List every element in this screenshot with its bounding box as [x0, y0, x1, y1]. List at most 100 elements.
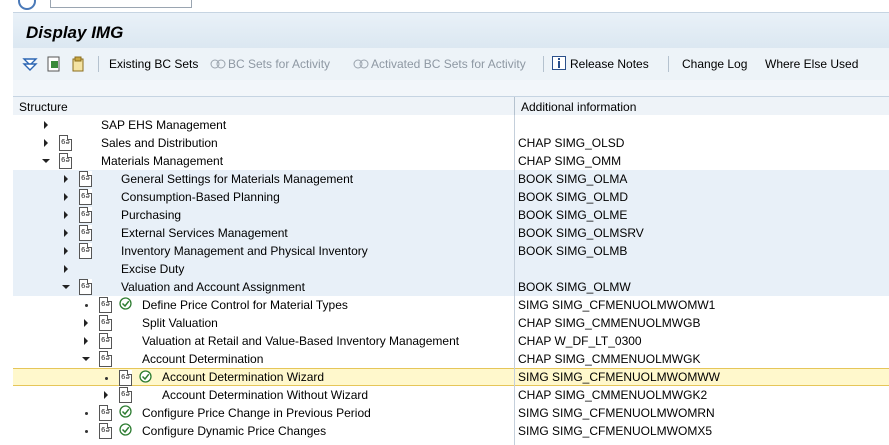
leaf-bullet — [85, 412, 88, 415]
node-info: BOOK SIMG_OLMB — [518, 244, 628, 258]
node-info: CHAP SIMG_OMM — [518, 154, 622, 168]
node-info: BOOK SIMG_OLMSRV — [518, 226, 644, 240]
node-info: CHAP SIMG_CMMENUOLMWGK — [518, 352, 701, 366]
bc-sets-for-activity-button[interactable]: BC Sets for Activity — [228, 57, 330, 71]
tree-row[interactable]: 6ə Valuation and Account Assignment BOOK… — [13, 278, 889, 296]
expand-arrow-icon[interactable] — [64, 247, 68, 255]
document-icon: 6ə — [59, 135, 72, 151]
img-tree: SAP EHS Management 6ə Sales and Distribu… — [13, 115, 889, 445]
command-field[interactable] — [50, 0, 192, 8]
node-label: Account Determination — [142, 352, 264, 366]
node-info: SIMG SIMG_CFMENUOLMWOMW1 — [518, 298, 716, 312]
top-strip — [0, 0, 889, 12]
node-info: CHAP W_DF_LT_0300 — [518, 334, 642, 348]
node-label: Sales and Distribution — [101, 136, 218, 150]
activated-bc-sets-button[interactable]: Activated BC Sets for Activity — [371, 57, 526, 71]
document-icon: 6ə — [79, 243, 92, 259]
node-label: External Services Management — [121, 226, 288, 240]
change-log-button[interactable]: Change Log — [682, 57, 747, 71]
tree-row[interactable]: 6ə Inventory Management and Physical Inv… — [13, 242, 889, 260]
clipboard-icon[interactable] — [70, 56, 86, 72]
document-icon: 6ə — [99, 351, 112, 367]
application-toolbar: Existing BC Sets BC Sets for Activity Ac… — [13, 48, 889, 80]
existing-bc-sets-button[interactable]: Existing BC Sets — [109, 57, 198, 71]
execute-clock-icon[interactable] — [119, 423, 132, 436]
tree-row[interactable]: 6ə Valuation at Retail and Value-Based I… — [13, 332, 889, 350]
tree-row[interactable]: 6ə External Services Management BOOK SIM… — [13, 224, 889, 242]
expand-arrow-icon[interactable] — [84, 337, 88, 345]
info-icon — [552, 56, 566, 70]
node-info: SIMG SIMG_CFMENUOLMWOMWW — [518, 370, 720, 384]
tree-row[interactable]: 6ə Configure Price Change in Previous Pe… — [13, 404, 889, 422]
document-icon: 6ə — [79, 279, 92, 295]
tree-row[interactable]: 6ə Account Determination Without Wizard … — [13, 386, 889, 404]
document-icon: 6ə — [79, 189, 92, 205]
collapse-arrow-icon[interactable] — [62, 285, 70, 289]
node-label: Configure Dynamic Price Changes — [142, 424, 327, 438]
collapse-arrow-icon[interactable] — [42, 159, 50, 163]
expand-arrow-icon[interactable] — [64, 265, 68, 273]
leaf-bullet — [85, 304, 88, 307]
tree-row[interactable]: 6ə Configure Dynamic Price Changes SIMG … — [13, 422, 889, 440]
tree-row[interactable]: 6ə Split Valuation CHAP SIMG_CMMENUOLMWG… — [13, 314, 889, 332]
document-icon: 6ə — [99, 423, 112, 439]
tree-row[interactable]: 6ə General Settings for Materials Manage… — [13, 170, 889, 188]
expand-arrow-icon[interactable] — [104, 391, 108, 399]
node-info: CHAP SIMG_CMMENUOLMWGB — [518, 316, 701, 330]
execute-clock-icon[interactable] — [139, 370, 152, 383]
execute-clock-icon[interactable] — [119, 405, 132, 418]
tree-row[interactable]: 6ə Purchasing BOOK SIMG_OLME — [13, 206, 889, 224]
expand-arrow-icon[interactable] — [64, 175, 68, 183]
tree-row[interactable]: 6ə Sales and Distribution CHAP SIMG_OLSD — [13, 134, 889, 152]
leaf-bullet — [105, 377, 108, 380]
column-header: Structure Additional information — [13, 96, 889, 116]
enter-icon[interactable] — [18, 0, 36, 10]
document-icon: 6ə — [79, 171, 92, 187]
collapse-arrow-icon[interactable] — [82, 357, 90, 361]
expand-arrow-icon[interactable] — [84, 319, 88, 327]
tree-row[interactable]: SAP EHS Management — [13, 116, 889, 134]
node-label: Account Determination Wizard — [162, 370, 325, 384]
node-label: General Settings for Materials Managemen… — [121, 172, 354, 186]
execute-clock-icon[interactable] — [119, 297, 132, 310]
tree-row[interactable]: 6ə Consumption-Based Planning BOOK SIMG_… — [13, 188, 889, 206]
bc-set-icon — [353, 59, 369, 69]
toolbar-separator — [668, 56, 669, 72]
document-icon: 6ə — [99, 297, 112, 313]
expand-all-icon[interactable] — [22, 56, 38, 72]
structure-column-header[interactable]: Structure — [19, 100, 68, 114]
leaf-bullet — [85, 430, 88, 433]
expand-arrow-icon[interactable] — [64, 193, 68, 201]
tree-row[interactable]: 6ə Materials Management CHAP SIMG_OMM — [13, 152, 889, 170]
expand-arrow-icon[interactable] — [44, 121, 48, 129]
document-icon: 6ə — [119, 370, 132, 386]
expand-arrow-icon[interactable] — [44, 139, 48, 147]
node-info: BOOK SIMG_OLMD — [518, 190, 629, 204]
node-label: Define Price Control for Material Types — [142, 298, 348, 312]
document-icon: 6ə — [79, 207, 92, 223]
node-info: CHAP SIMG_CMMENUOLMWGK2 — [518, 388, 708, 402]
tree-row[interactable]: 6ə Account Determination CHAP SIMG_CMMEN… — [13, 350, 889, 368]
column-divider[interactable] — [514, 97, 515, 115]
toolbar-separator — [98, 56, 99, 72]
expand-arrow-icon[interactable] — [64, 211, 68, 219]
node-label: Consumption-Based Planning — [121, 190, 280, 204]
tree-row[interactable]: 6ə Define Price Control for Material Typ… — [13, 296, 889, 314]
node-label: SAP EHS Management — [101, 118, 227, 132]
node-label: Materials Management — [101, 154, 224, 168]
node-label: Inventory Management and Physical Invent… — [121, 244, 368, 258]
tree-row[interactable]: Excise Duty — [13, 260, 889, 278]
node-label: Valuation at Retail and Value-Based Inve… — [142, 334, 460, 348]
document-icon: 6ə — [99, 315, 112, 331]
documentation-icon[interactable] — [46, 56, 62, 72]
expand-arrow-icon[interactable] — [64, 229, 68, 237]
where-else-used-button[interactable]: Where Else Used — [765, 57, 858, 71]
release-notes-button[interactable]: Release Notes — [570, 57, 649, 71]
node-info: CHAP SIMG_OLSD — [518, 136, 625, 150]
document-icon: 6ə — [119, 387, 132, 403]
document-icon: 6ə — [59, 153, 72, 169]
node-info: BOOK SIMG_OLMW — [518, 280, 631, 294]
additional-info-column-header[interactable]: Additional information — [521, 100, 636, 114]
node-info: BOOK SIMG_OLMA — [518, 172, 628, 186]
tree-row-selected[interactable]: 6ə Account Determination Wizard SIMG SIM… — [13, 368, 889, 386]
